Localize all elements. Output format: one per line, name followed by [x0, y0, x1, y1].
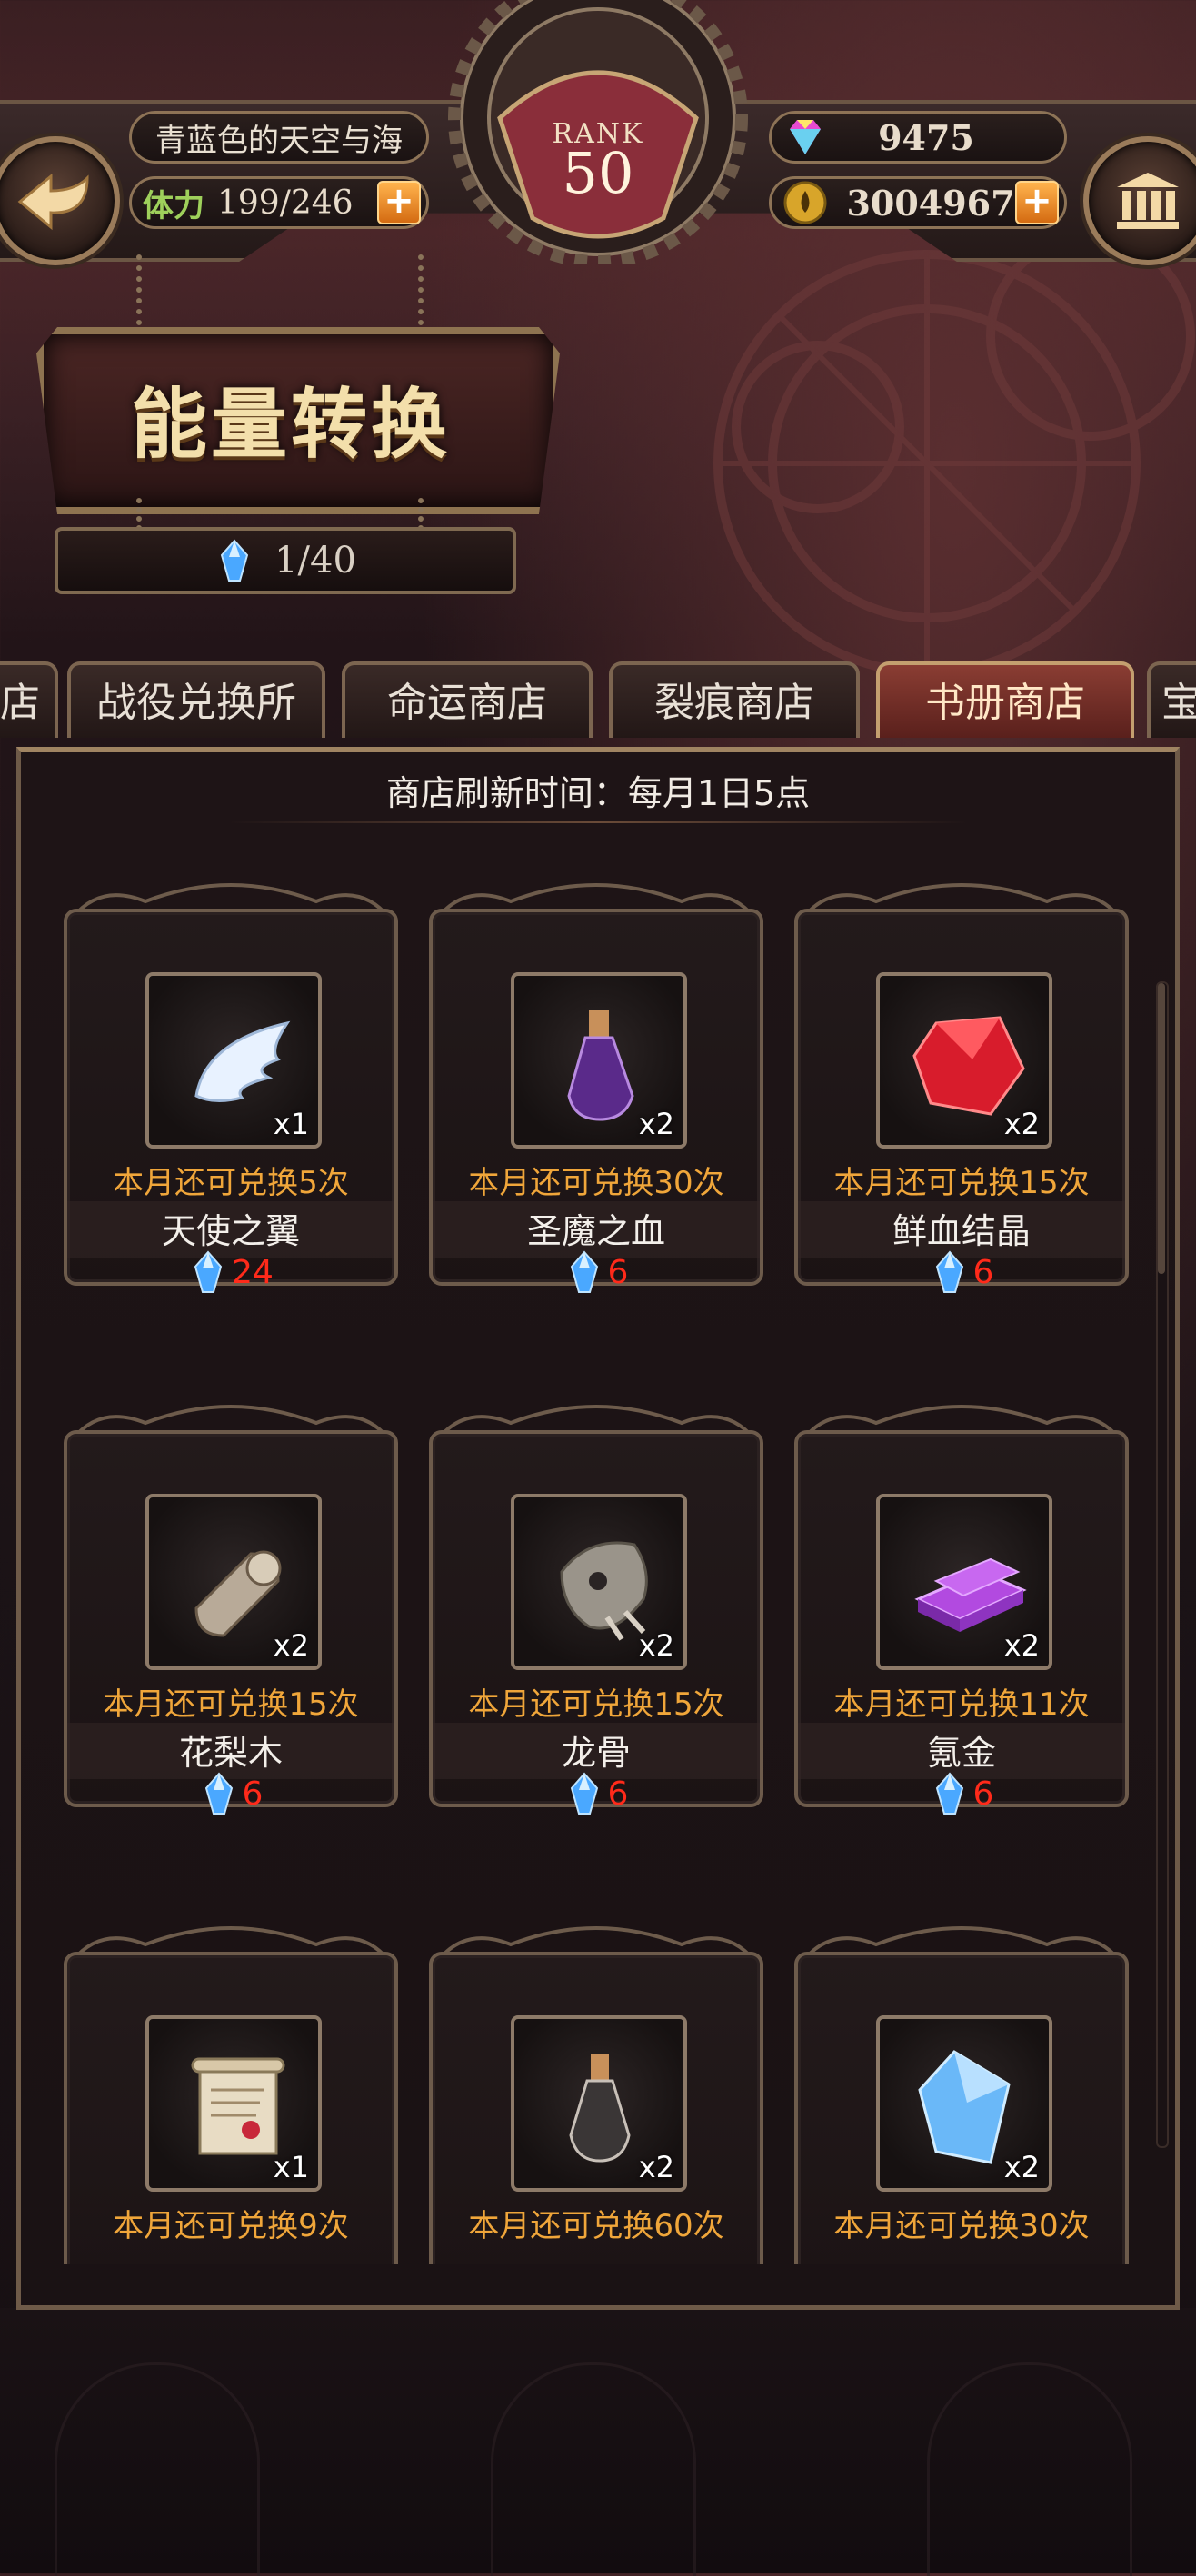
- item-icon-box: x2: [876, 1494, 1052, 1670]
- item-qty: x2: [638, 2150, 674, 2184]
- page-title: 能量转换: [130, 379, 451, 469]
- item-price: 6: [433, 1772, 760, 1815]
- item-limit: 本月还可兑换30次: [468, 1165, 724, 1201]
- player-name-text: 青蓝色的天空与海: [155, 122, 403, 159]
- item-icon-box: x2: [511, 2015, 687, 2192]
- item-icon-box: x2: [511, 1494, 687, 1670]
- tab-fate-shop[interactable]: 命运商店: [342, 661, 593, 738]
- shop-item-card[interactable]: x2 本月还可兑换15次 鲜血结晶 6: [794, 854, 1129, 1343]
- shop-item-card[interactable]: x2 本月还可兑换15次 龙骨 6: [429, 1376, 763, 1865]
- item-name: 花梨木: [178, 1733, 283, 1773]
- item-limit: 本月还可兑换15次: [833, 1165, 1090, 1201]
- scrollbar-thumb[interactable]: [1158, 983, 1165, 1274]
- item-icon-box: x1: [145, 972, 322, 1149]
- item-icon-box: x2: [876, 2015, 1052, 2192]
- stamina-value: 199/246: [217, 184, 354, 222]
- gem-value: 9475: [878, 116, 974, 158]
- chain: [136, 254, 151, 336]
- background-gears: [713, 232, 1195, 677]
- chain: [418, 254, 433, 336]
- player-name: 青蓝色的天空与海: [129, 111, 429, 164]
- item-price: 6: [798, 1250, 1125, 1294]
- price-value: 6: [972, 1253, 994, 1291]
- background-arch: [927, 2362, 1132, 2576]
- chain: [418, 498, 433, 531]
- item-icon-box: x2: [876, 972, 1052, 1149]
- shop-item-card[interactable]: x2 本月还可兑换30次: [794, 1897, 1129, 2264]
- price-value: 6: [972, 1775, 994, 1813]
- blue-crystal-icon: [194, 1250, 223, 1293]
- item-icon-box: x2: [145, 1494, 322, 1670]
- shop-item-card[interactable]: x2 本月还可兑换60次: [429, 1897, 763, 2264]
- divider: [227, 821, 969, 823]
- tab-rift-shop[interactable]: 裂痕商店: [609, 661, 860, 738]
- price-value: 6: [242, 1775, 264, 1813]
- item-name: 氪金: [926, 1733, 996, 1773]
- blue-crystal-icon: [220, 539, 249, 582]
- gold-coin-icon: [783, 181, 827, 224]
- item-grid: x1 本月还可兑换5次 天使之翼 24 x2 本月还可兑换30次 圣魔之血 6: [27, 854, 1145, 2264]
- item-qty: x2: [1003, 1107, 1040, 1141]
- energy-counter: 1/40: [55, 527, 516, 594]
- background-arch: [491, 2362, 696, 2576]
- item-qty: x1: [273, 1107, 309, 1141]
- item-qty: x2: [1003, 2150, 1040, 2184]
- item-limit: 本月还可兑换15次: [103, 1686, 359, 1723]
- item-qty: x2: [638, 1107, 674, 1141]
- item-price: 24: [67, 1250, 394, 1294]
- blue-crystal-icon: [935, 1250, 963, 1293]
- diamond-icon: [790, 120, 821, 154]
- stamina-plus-button[interactable]: +: [377, 181, 421, 224]
- item-qty: x1: [273, 2150, 309, 2184]
- item-qty: x2: [273, 1628, 309, 1663]
- gold-value: 3004967: [846, 182, 1015, 224]
- back-arrow-icon: [17, 173, 89, 231]
- item-price: 6: [798, 1772, 1125, 1815]
- shop-item-card[interactable]: x2 本月还可兑换30次 圣魔之血 6: [429, 854, 763, 1343]
- price-value: 6: [607, 1253, 629, 1291]
- item-price: 6: [433, 1250, 760, 1294]
- item-limit: 本月还可兑换60次: [468, 2208, 724, 2244]
- blue-crystal-icon: [204, 1772, 233, 1815]
- energy-value: 1/40: [274, 540, 356, 582]
- item-limit: 本月还可兑换30次: [833, 2208, 1090, 2244]
- blue-crystal-icon: [570, 1772, 598, 1815]
- shop-item-card[interactable]: x2 本月还可兑换11次 氪金 6: [794, 1376, 1129, 1865]
- shop-item-card[interactable]: x2 本月还可兑换15次 花梨木 6: [64, 1376, 398, 1865]
- blue-crystal-icon: [935, 1772, 963, 1815]
- item-limit: 本月还可兑换11次: [833, 1686, 1090, 1723]
- shop-item-card[interactable]: x1 本月还可兑换9次: [64, 1897, 398, 2264]
- item-icon-box: x1: [145, 2015, 322, 2192]
- item-icon-box: x2: [511, 972, 687, 1149]
- price-value: 24: [232, 1253, 274, 1291]
- item-limit: 本月还可兑换9次: [113, 2208, 349, 2244]
- stamina-label: 体力: [143, 187, 204, 224]
- item-name: 龙骨: [561, 1733, 631, 1773]
- refresh-time: 商店刷新时间：每月1日5点: [385, 773, 811, 813]
- shop-item-card[interactable]: x1 本月还可兑换5次 天使之翼 24: [64, 854, 398, 1343]
- blue-crystal-icon: [570, 1250, 598, 1293]
- price-value: 6: [607, 1775, 629, 1813]
- gold-plus-button[interactable]: +: [1015, 181, 1059, 224]
- item-limit: 本月还可兑换15次: [468, 1686, 724, 1723]
- tab-campaign-exchange[interactable]: 战役兑换所: [67, 661, 325, 738]
- shop-tabs: 店 战役兑换所 命运商店 裂痕商店 书册商店 宝: [0, 661, 1196, 743]
- tab-next[interactable]: 宝: [1147, 661, 1196, 738]
- rank-value: 50: [562, 140, 634, 206]
- gold-counter: 3004967 +: [769, 176, 1067, 229]
- stamina-bar: 体力 199/246 +: [129, 176, 429, 229]
- item-name: 天使之翼: [161, 1211, 300, 1251]
- tab-book-shop[interactable]: 书册商店: [876, 661, 1134, 738]
- tab-shop-prev[interactable]: 店: [0, 661, 58, 738]
- item-price: 6: [67, 1772, 394, 1815]
- bank-icon: [1117, 173, 1179, 229]
- chain: [136, 498, 151, 531]
- item-limit: 本月还可兑换5次: [113, 1165, 349, 1201]
- background-arch: [55, 2362, 260, 2576]
- item-qty: x2: [1003, 1628, 1040, 1663]
- gem-counter: 9475: [769, 111, 1067, 164]
- item-qty: x2: [638, 1628, 674, 1663]
- item-name: 圣魔之血: [526, 1211, 665, 1251]
- item-name: 鲜血结晶: [892, 1211, 1031, 1251]
